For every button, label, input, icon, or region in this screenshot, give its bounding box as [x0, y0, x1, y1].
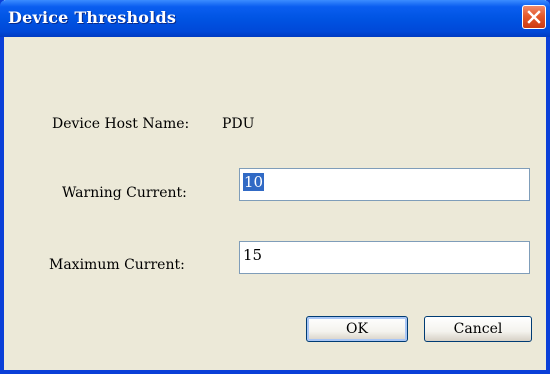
- close-button[interactable]: [522, 5, 546, 29]
- cancel-button[interactable]: Cancel: [424, 316, 532, 342]
- maximum-current-value: 15: [243, 246, 263, 264]
- device-thresholds-dialog: Device Thresholds Device Host Name: PDU …: [0, 0, 550, 374]
- device-host-name-label: Device Host Name:: [52, 116, 190, 132]
- warning-current-label: Warning Current:: [62, 185, 187, 201]
- title-bar[interactable]: Device Thresholds: [0, 0, 550, 37]
- device-host-name-value: PDU: [222, 116, 255, 132]
- close-icon: [527, 10, 541, 24]
- maximum-current-input[interactable]: 15: [239, 241, 530, 274]
- warning-current-value: 10: [243, 173, 265, 191]
- cancel-button-label: Cancel: [453, 321, 503, 337]
- maximum-current-label: Maximum Current:: [49, 257, 185, 273]
- ok-button[interactable]: OK: [306, 316, 408, 342]
- ok-button-label: OK: [346, 321, 368, 337]
- dialog-title: Device Thresholds: [8, 8, 177, 27]
- warning-current-input[interactable]: 10: [239, 168, 530, 201]
